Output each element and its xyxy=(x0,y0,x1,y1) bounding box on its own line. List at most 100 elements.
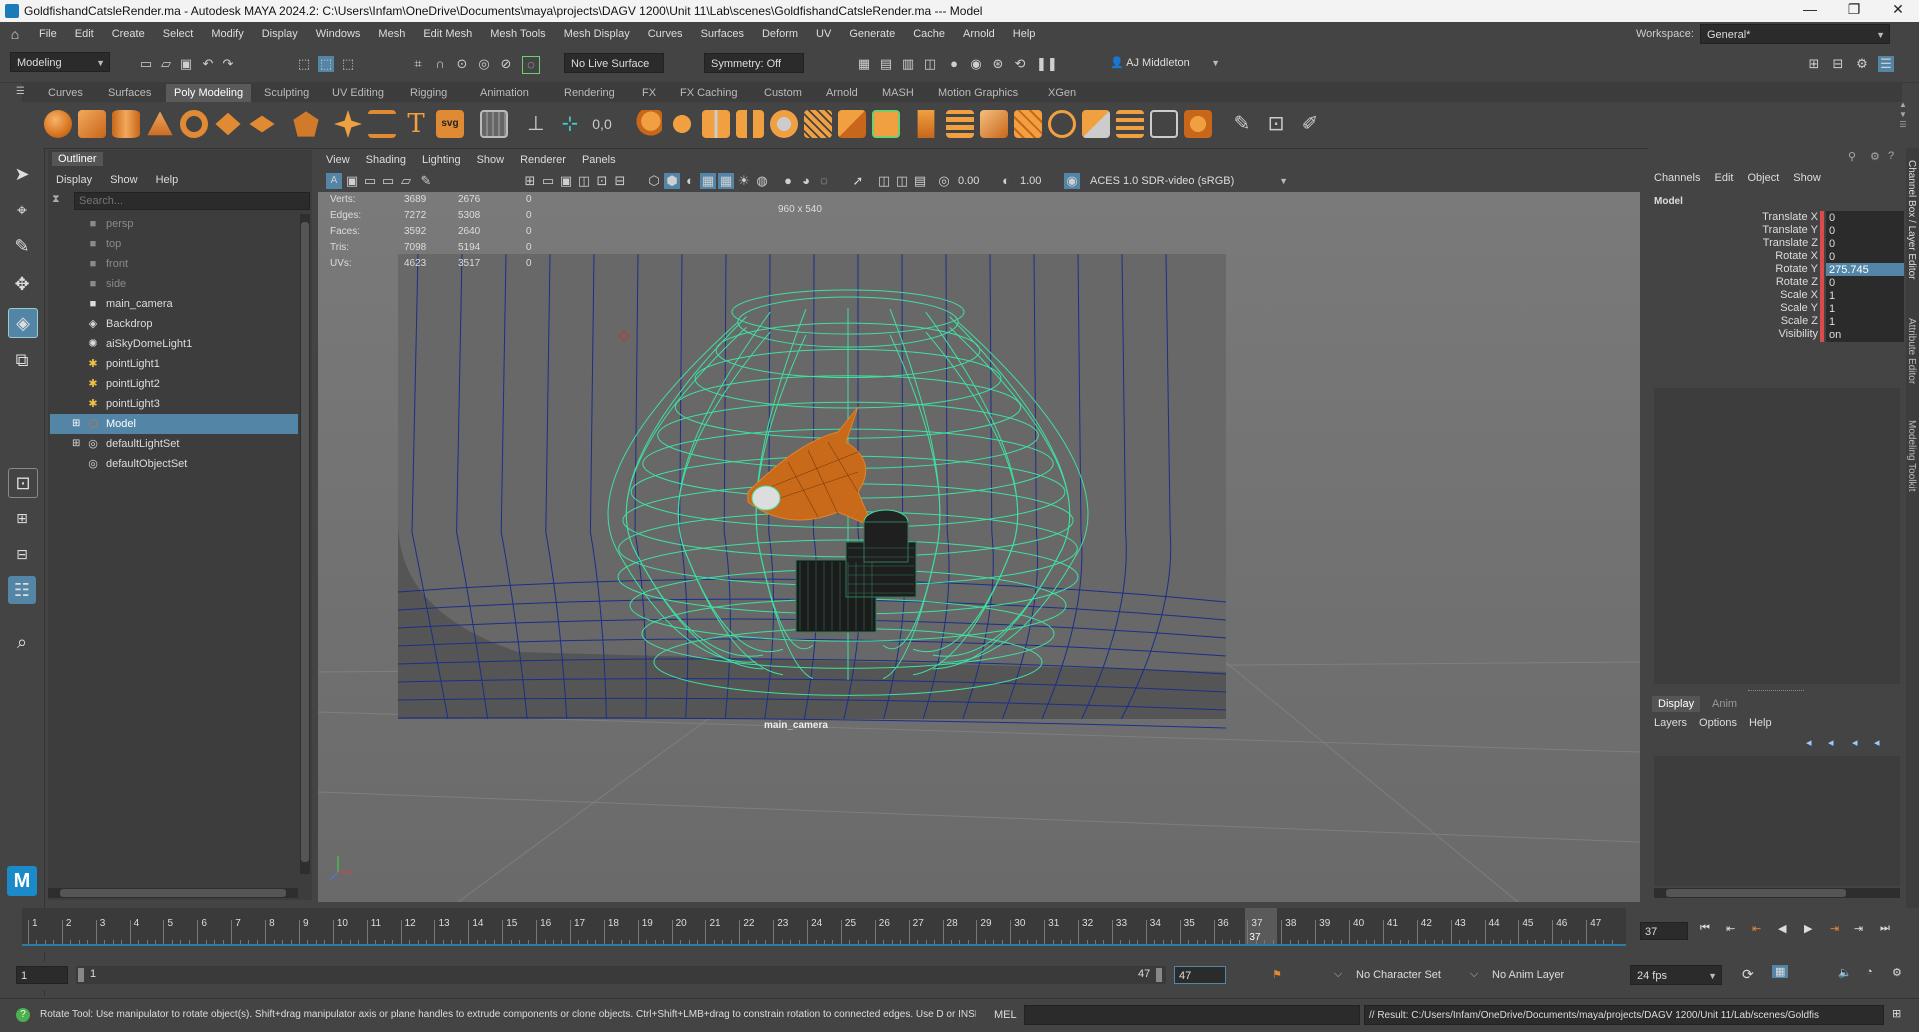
gate-mask-icon[interactable]: ◫ xyxy=(576,173,592,189)
grid-toggle-icon[interactable]: ⊞ xyxy=(522,173,538,189)
play-forward-icon[interactable]: ▶ xyxy=(1804,922,1812,935)
triangulate-icon[interactable] xyxy=(838,110,866,138)
outliner-menu-display[interactable]: Display xyxy=(56,174,92,186)
auto-key-icon[interactable]: ⚑ xyxy=(1272,968,1282,981)
shelf-tab-animation[interactable]: Animation xyxy=(472,84,537,102)
side-tab-channel-box[interactable]: Channel Box / Layer Editor xyxy=(1906,160,1917,280)
channel-label[interactable]: Rotate X xyxy=(1775,250,1818,262)
fps-dropdown[interactable]: 24 fps ▼ xyxy=(1630,965,1722,985)
user-account-dropdown[interactable]: 👤 AJ Middleton ▼ xyxy=(1104,53,1224,73)
shelf-tab-fx-caching[interactable]: FX Caching xyxy=(672,84,745,102)
viewport-menu-shading[interactable]: Shading xyxy=(366,154,406,166)
command-line-input[interactable] xyxy=(1024,1005,1360,1025)
menu-deform[interactable]: Deform xyxy=(753,22,807,46)
use-lights-icon[interactable]: ▦ xyxy=(718,173,734,189)
svg-tool-icon[interactable]: svg xyxy=(436,110,464,138)
step-forward-frame-icon[interactable]: ⇥ xyxy=(1830,922,1839,935)
resolution-gate-icon[interactable]: ▣ xyxy=(558,173,574,189)
select-tool-icon[interactable]: ➤ xyxy=(8,160,36,188)
cache-playback-icon[interactable]: ▦ xyxy=(1772,965,1789,978)
isolate-select-icon[interactable]: ➚ xyxy=(850,173,866,189)
scale-tool-icon[interactable]: ⧉ xyxy=(8,346,36,374)
layer-hscroll-thumb[interactable] xyxy=(1666,889,1846,897)
outliner-item-side[interactable]: ■ side xyxy=(50,274,298,294)
snap-point-icon[interactable]: ⊙ xyxy=(454,56,470,72)
viewport-canvas[interactable]: Verts: 3689 2676 0 Edges: 7272 5308 0 Faces: 3592… xyxy=(318,192,1640,902)
field-chart-icon[interactable]: ⊡ xyxy=(594,173,610,189)
anim-layer-icon[interactable]: ⌵ xyxy=(1470,968,1478,981)
xray-joints-icon[interactable]: ◫ xyxy=(894,173,910,189)
edge-loop-icon[interactable] xyxy=(1048,110,1076,138)
menu-generate[interactable]: Generate xyxy=(840,22,904,46)
layer-tab-display[interactable]: Display xyxy=(1652,696,1701,712)
layer-editor-divider[interactable] xyxy=(1748,690,1804,693)
shelf-tab-custom[interactable]: Custom xyxy=(756,84,810,102)
delete-history-icon[interactable] xyxy=(980,110,1008,138)
xray-icon[interactable]: ◫ xyxy=(876,173,892,189)
outliner-layout-icon[interactable]: ☷ xyxy=(8,576,36,604)
modeling-toolkit-icon[interactable]: ⊞ xyxy=(1806,56,1822,72)
channel-box-menu-edit[interactable]: Edit xyxy=(1714,172,1733,184)
sculpt-brush-icon[interactable]: ✎ xyxy=(1228,110,1256,138)
gamma-field[interactable]: 1.00 xyxy=(1016,172,1056,190)
collapse-icon[interactable] xyxy=(1184,110,1212,138)
render-view-icon[interactable]: ◉ xyxy=(968,56,984,72)
shelf-menu-icon[interactable]: ☰ xyxy=(16,86,25,97)
character-set-dropdown[interactable]: No Character Set xyxy=(1350,965,1470,985)
home-icon[interactable]: ⌂ xyxy=(0,26,30,42)
shelf-scroll[interactable]: ▲ ▼ ☰ xyxy=(1896,100,1910,144)
motion-blur-icon[interactable]: ● xyxy=(780,173,796,189)
boolean-union-icon[interactable] xyxy=(634,110,662,138)
type-tool-icon[interactable]: T xyxy=(402,110,430,138)
snap-curve-icon[interactable]: ∩ xyxy=(432,56,448,72)
smooth-icon[interactable] xyxy=(668,110,696,138)
outliner-vscrollbar[interactable] xyxy=(300,214,310,874)
step-forward-key-icon[interactable]: ⇥ xyxy=(1854,922,1863,935)
textured-icon[interactable]: ▦ xyxy=(700,173,716,189)
outliner-item-default-light-set[interactable]: ⊞ ◎ defaultLightSet xyxy=(50,434,298,454)
ambient-occlusion-icon[interactable]: ◍ xyxy=(754,173,770,189)
menu-set-dropdown[interactable]: Modeling ▼ xyxy=(10,52,110,72)
layer-hscrollbar[interactable] xyxy=(1654,888,1900,898)
outliner-title[interactable]: Outliner xyxy=(52,152,103,166)
channel-value-field[interactable]: on xyxy=(1826,328,1904,342)
outliner-menu-help[interactable]: Help xyxy=(156,174,179,186)
side-tab-attribute-editor[interactable]: Attribute Editor xyxy=(1906,318,1917,384)
shelf-tab-arnold[interactable]: Arnold xyxy=(818,84,866,102)
outliner-hscrollbar[interactable] xyxy=(48,888,298,898)
expand-icon[interactable]: ⊞ xyxy=(72,414,80,434)
start-time-field[interactable]: 1 xyxy=(16,966,68,984)
channel-box-icon[interactable]: ☰ xyxy=(1878,56,1894,72)
channel-box-menu-channels[interactable]: Channels xyxy=(1654,172,1700,184)
layer-tab-anim[interactable]: Anim xyxy=(1712,698,1737,710)
channel-box-settings-icon[interactable]: ⚙ xyxy=(1870,150,1880,163)
menu-display[interactable]: Display xyxy=(253,22,307,46)
range-start-handle[interactable] xyxy=(78,968,84,982)
poly-cylinder-icon[interactable] xyxy=(112,110,140,138)
open-scene-icon[interactable]: ▱ xyxy=(158,56,174,72)
side-tab-modeling-toolkit[interactable]: Modeling Toolkit xyxy=(1906,420,1917,492)
menu-cache[interactable]: Cache xyxy=(904,22,954,46)
symmetry-dropdown[interactable]: Symmetry: Off xyxy=(704,53,804,73)
outliner-item-pointlight1[interactable]: ✱ pointLight1 xyxy=(50,354,298,374)
pause-icon[interactable]: ❚❚ xyxy=(1036,56,1058,72)
live-surface-field[interactable]: No Live Surface xyxy=(564,53,664,73)
menu-help[interactable]: Help xyxy=(1004,22,1045,46)
outliner-item-backdrop[interactable]: ◈ Backdrop xyxy=(50,314,298,334)
shelf-tab-uv-editing[interactable]: UV Editing xyxy=(324,84,392,102)
redo-icon[interactable]: ↷ xyxy=(220,56,236,72)
uv-layout-icon[interactable]: ⊡ xyxy=(1262,110,1290,138)
mel-label[interactable]: MEL xyxy=(994,1009,1017,1021)
minimize-button[interactable]: — xyxy=(1788,1,1832,21)
view-transform-dropdown[interactable]: ACES 1.0 SDR-video (sRGB) ▼ xyxy=(1084,171,1292,191)
anim-prefs-icon[interactable]: ◔ xyxy=(1866,966,1873,978)
menu-select[interactable]: Select xyxy=(154,22,203,46)
snap-grid-icon[interactable]: ⌗ xyxy=(410,56,426,72)
snap-surface-icon[interactable]: ◌ xyxy=(522,56,540,74)
outliner-vscroll-thumb[interactable] xyxy=(301,222,309,862)
channel-label[interactable]: Scale X xyxy=(1780,289,1818,301)
shelf-tab-sculpting[interactable]: Sculpting xyxy=(256,84,317,102)
grease-pencil-icon[interactable]: ✎ xyxy=(418,173,434,189)
range-slider-bar[interactable]: 1 47 xyxy=(76,966,1166,984)
multi-cut-icon[interactable] xyxy=(1014,110,1042,138)
